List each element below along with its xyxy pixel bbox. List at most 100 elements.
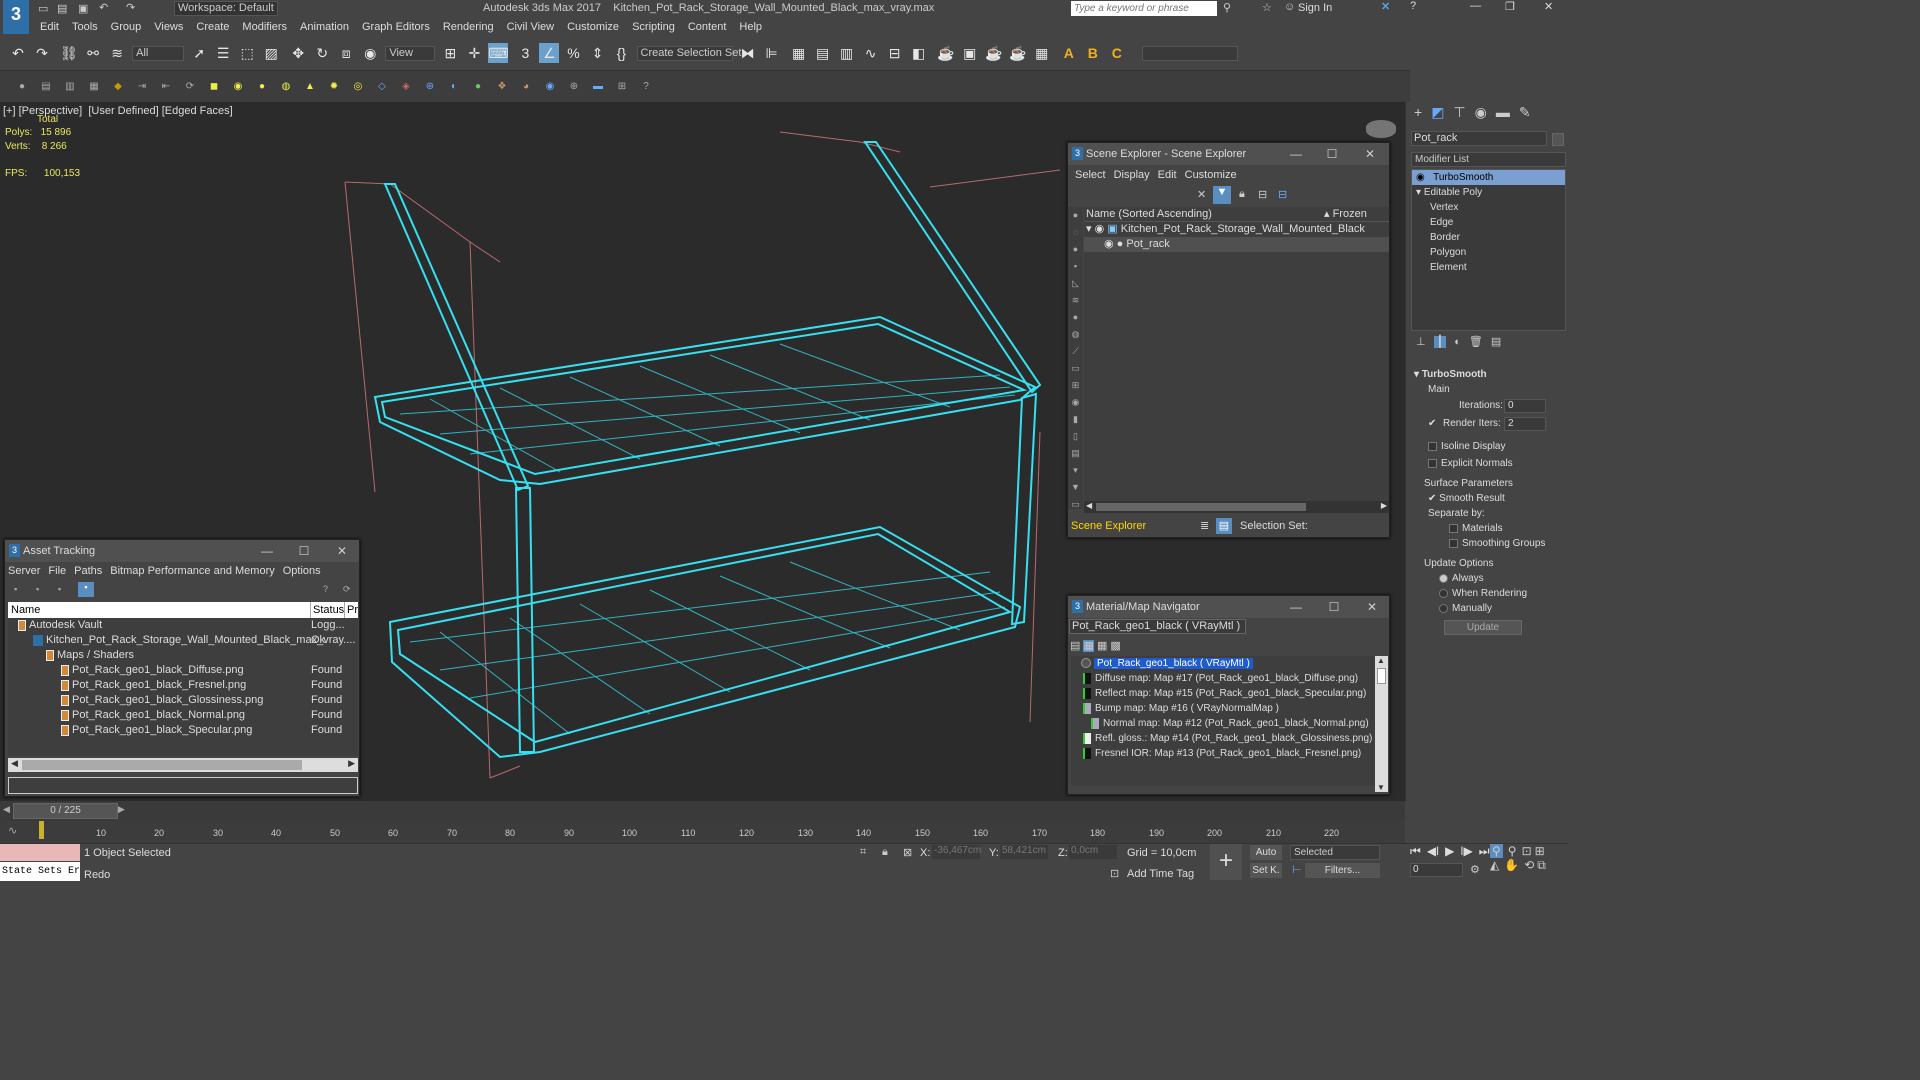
- ribbon-tool-4-icon[interactable]: ▦: [87, 80, 101, 94]
- ribbon-tool-2-icon[interactable]: ▤: [39, 80, 53, 94]
- rect-region-icon[interactable]: ⬚: [237, 43, 257, 63]
- absolute-mode-icon[interactable]: ⊠: [903, 846, 912, 859]
- display-none-icon[interactable]: ▯: [1068, 428, 1083, 445]
- scroll-thumb[interactable]: [1096, 503, 1306, 511]
- tree-item-selected[interactable]: ◉ ● Pot_rack: [1084, 237, 1389, 252]
- layer-icon[interactable]: ⊟: [1278, 188, 1287, 201]
- empty-dropdown[interactable]: [1141, 45, 1238, 61]
- selection-filter-dropdown[interactable]: All: [132, 45, 185, 61]
- tool-3-icon[interactable]: ▪: [58, 584, 61, 594]
- display-lights-icon[interactable]: ●: [1068, 241, 1083, 258]
- user-icon[interactable]: ☺: [1284, 1, 1295, 13]
- maxscript-listener[interactable]: [0, 844, 80, 861]
- display-cameras-icon[interactable]: ▪: [1068, 258, 1083, 275]
- place-icon[interactable]: ◉: [360, 43, 380, 63]
- menu-scripting[interactable]: Scripting: [632, 21, 675, 33]
- menu-civil-view[interactable]: Civil View: [507, 21, 554, 33]
- ribbon-tool-27-icon[interactable]: ?: [639, 80, 653, 94]
- display-hidden-icon[interactable]: ◉: [1068, 394, 1083, 411]
- ribbon-tool-23-icon[interactable]: ◉: [543, 80, 557, 94]
- menu-bitmap-performance[interactable]: Bitmap Performance and Memory: [110, 565, 274, 577]
- track-bar[interactable]: ∿ 10 20 30 40 50 60 70 80 90 100 110 120 130 140 150 16…: [0, 821, 1405, 843]
- scroll-thumb[interactable]: [22, 760, 302, 770]
- minimize-icon[interactable]: —: [1281, 596, 1311, 618]
- explicit-normals-checkbox[interactable]: Explicit Normals: [1414, 456, 1568, 473]
- tool-1-icon[interactable]: ▪: [14, 584, 17, 594]
- display-xrefs-icon[interactable]: ◍: [1068, 326, 1083, 343]
- asset-tracking-titlebar[interactable]: 3 Asset Tracking — ☐ ✕: [5, 540, 359, 562]
- menu-views[interactable]: Views: [154, 21, 183, 33]
- menu-select[interactable]: Select: [1075, 169, 1106, 181]
- ribbon-tool-17-icon[interactable]: ◈: [399, 80, 413, 94]
- column-frozen[interactable]: ▴ Frozen: [1324, 207, 1367, 221]
- map-item[interactable]: Reflect map: Map #15 (Pot_Rack_geo1_blac…: [1071, 686, 1381, 701]
- clear-search-icon[interactable]: ✕: [1197, 188, 1206, 201]
- stack-item-polygon[interactable]: Polygon: [1412, 245, 1565, 260]
- horizontal-scrollbar[interactable]: ◀ ▶: [8, 758, 358, 772]
- horizontal-scrollbar[interactable]: ◀ ▶: [1084, 501, 1389, 513]
- new-file-icon[interactable]: ▭: [38, 2, 48, 15]
- goto-end-icon[interactable]: ⏭: [1479, 844, 1490, 858]
- stack-item-border[interactable]: Border: [1412, 230, 1565, 245]
- render-iters-checkbox[interactable]: ✔: [1428, 415, 1436, 433]
- ribbon-tool-26-icon[interactable]: ⊞: [615, 80, 629, 94]
- ribbon-tool-21-icon[interactable]: ❖: [495, 80, 509, 94]
- lock-icon[interactable]: 🔒︎: [1239, 188, 1245, 201]
- asset-row[interactable]: Pot_Rack_geo1_black_Specular.png Found: [8, 723, 358, 738]
- isoline-checkbox[interactable]: Isoline Display: [1414, 439, 1568, 456]
- menu-help[interactable]: Help: [739, 21, 762, 33]
- goto-start-icon[interactable]: ⏮: [1410, 844, 1421, 858]
- manipulate-icon[interactable]: ✛: [464, 43, 484, 63]
- asset-row[interactable]: Autodesk Vault Logg...: [8, 618, 358, 633]
- restore-icon[interactable]: ❐: [1505, 0, 1515, 13]
- zoom-extents-icon[interactable]: ⊡: [1522, 844, 1532, 858]
- menu-customize[interactable]: Customize: [567, 21, 619, 33]
- ribbon-toggle-icon[interactable]: ▥: [837, 43, 857, 63]
- material-root[interactable]: Pot_Rack_geo1_black ( VRayMtl ): [1071, 656, 1381, 671]
- smooth-result-checkbox[interactable]: ✔ Smooth Result: [1414, 491, 1568, 506]
- isolate-selection-icon[interactable]: ⌗: [860, 846, 866, 859]
- current-frame-field[interactable]: 0: [1410, 863, 1463, 877]
- display-containers-icon[interactable]: ▭: [1068, 360, 1083, 377]
- when-rendering-radio[interactable]: When Rendering: [1414, 586, 1568, 601]
- menu-animation[interactable]: Animation: [300, 21, 349, 33]
- minimize-icon[interactable]: —: [252, 540, 282, 562]
- configure-sets-icon[interactable]: ▤: [1491, 336, 1501, 348]
- ribbon-tool-19-icon[interactable]: ◐: [447, 80, 461, 94]
- key-mode-dropdown[interactable]: Selected: [1290, 845, 1380, 860]
- selset-icon[interactable]: ▤: [1216, 518, 1232, 534]
- time-tag-icon[interactable]: ⊡: [1110, 867, 1119, 880]
- time-config-icon[interactable]: ⚙: [1470, 863, 1480, 876]
- eye-icon[interactable]: ◉: [1416, 172, 1425, 183]
- curve-editor-icon[interactable]: ∿: [861, 43, 881, 63]
- undo-small-icon[interactable]: ↶: [99, 1, 108, 14]
- open-icon[interactable]: ▤: [57, 2, 67, 15]
- asset-row[interactable]: Maps / Shaders: [8, 648, 358, 663]
- vray-c-icon[interactable]: C: [1107, 43, 1127, 63]
- ribbon-tool-1-icon[interactable]: ●: [15, 80, 29, 94]
- angle-snap-icon[interactable]: ∠: [539, 43, 560, 63]
- key-filter-icon[interactable]: ⊢: [1292, 863, 1302, 876]
- display-shapes-icon[interactable]: ◌: [1068, 224, 1083, 241]
- curve-editor-mini-icon[interactable]: ∿: [8, 824, 17, 837]
- menu-tools[interactable]: Tools: [72, 21, 98, 33]
- ribbon-tool-18-icon[interactable]: ⊛: [423, 80, 437, 94]
- schematic-view-icon[interactable]: ⊟: [885, 43, 905, 63]
- ribbon-tool-22-icon[interactable]: ◕: [519, 80, 533, 94]
- stack-item-vertex[interactable]: Vertex: [1412, 200, 1565, 215]
- scene-explorer-titlebar[interactable]: 3 Scene Explorer - Scene Explorer — ☐ ✕: [1068, 143, 1389, 165]
- refresh-icon[interactable]: ⟳: [343, 584, 351, 595]
- scroll-left-icon[interactable]: ◀: [11, 758, 18, 769]
- scroll-up-icon[interactable]: ▲: [1377, 656, 1385, 665]
- bind-spacewarp-icon[interactable]: ≋: [107, 43, 127, 63]
- asset-row[interactable]: Pot_Rack_geo1_black_Glossiness.png Found: [8, 693, 358, 708]
- object-name-field[interactable]: Pot_rack: [1411, 131, 1547, 146]
- maximize-icon[interactable]: ☐: [1317, 143, 1347, 165]
- add-time-tag[interactable]: Add Time Tag: [1127, 868, 1194, 880]
- remove-modifier-icon[interactable]: 🗑︎: [1469, 336, 1483, 348]
- menu-customize[interactable]: Customize: [1185, 169, 1237, 181]
- hierarchy-tab-icon[interactable]: ⊤: [1453, 104, 1465, 120]
- maximize-icon[interactable]: ☐: [1319, 596, 1349, 618]
- zoom-icon[interactable]: ⚲: [1490, 844, 1503, 858]
- window-crossing-icon[interactable]: ▨: [261, 43, 281, 63]
